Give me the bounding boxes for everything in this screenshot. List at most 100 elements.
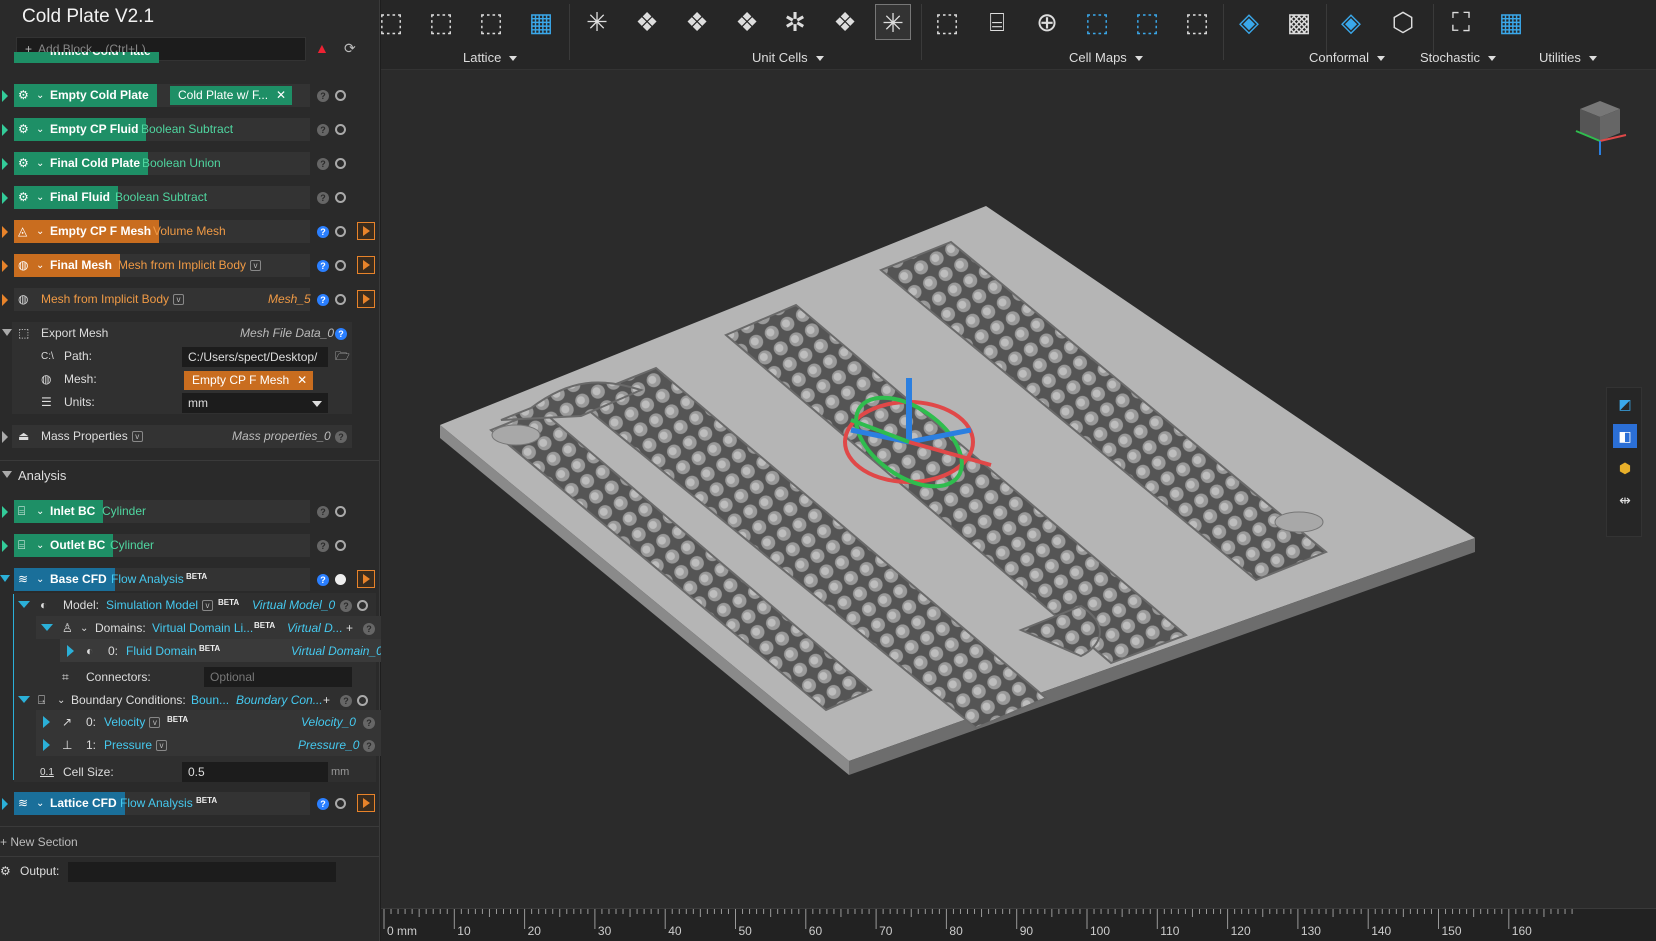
collapse-section-icon[interactable]: [2, 471, 12, 478]
close-icon[interactable]: ✕: [297, 371, 307, 390]
cell-map-cylinder-icon[interactable]: ⌸: [979, 4, 1015, 40]
help-icon[interactable]: ?: [317, 90, 329, 102]
toolbar-group-utilities[interactable]: Utilities: [1539, 50, 1597, 65]
mesh-tag[interactable]: Empty CP F Mesh ✕: [184, 371, 314, 390]
chevron-down-icon[interactable]: ⌄: [36, 84, 44, 107]
expand-icon[interactable]: [43, 716, 50, 728]
chevron-down-icon[interactable]: ⌄: [36, 118, 44, 141]
help-icon[interactable]: ?: [317, 192, 329, 204]
utilities-graph-icon[interactable]: ⛶: [1443, 4, 1479, 40]
folder-icon[interactable]: 🗁: [335, 345, 350, 368]
help-icon[interactable]: ?: [317, 226, 329, 238]
add-icon[interactable]: +: [346, 617, 353, 640]
input-tag[interactable]: Cold Plate w/ F... ✕: [170, 86, 293, 105]
lattice-cylinder-icon[interactable]: ⬚: [423, 4, 459, 40]
expand-icon[interactable]: [67, 645, 74, 657]
toolbar-group-lattice[interactable]: Lattice: [463, 50, 518, 65]
run-button[interactable]: [357, 222, 375, 240]
help-icon[interactable]: ?: [335, 328, 347, 340]
block-row-mesh-implicit[interactable]: ◍ Mesh from Implicit Body v Mesh_5 ?: [0, 286, 380, 314]
toolbar-group-stochastic[interactable]: Stochastic: [1420, 50, 1496, 65]
cell-map-shell-icon[interactable]: ⬚: [1129, 4, 1165, 40]
visibility-icon[interactable]: [335, 192, 346, 203]
chevron-down-icon[interactable]: ⌄: [36, 500, 44, 523]
dropdown-icon[interactable]: v: [156, 740, 168, 752]
block-row-inlet-bc[interactable]: ⌸ ⌄ Inlet BC Cylinder ?: [0, 498, 380, 526]
help-icon[interactable]: ?: [317, 124, 329, 136]
lattice-graph-icon[interactable]: ⬚: [373, 4, 409, 40]
help-icon[interactable]: ?: [363, 623, 375, 635]
dropdown-icon[interactable]: v: [250, 260, 262, 272]
help-icon[interactable]: ?: [363, 717, 375, 729]
model-value[interactable]: Simulation Model v: [106, 594, 214, 617]
run-button[interactable]: [357, 256, 375, 274]
visibility-icon[interactable]: [335, 90, 346, 101]
expand-icon[interactable]: [2, 158, 8, 170]
cell-map-field-icon[interactable]: ⬚: [1179, 4, 1215, 40]
expand-icon[interactable]: [2, 260, 8, 272]
visibility-icon[interactable]: [357, 600, 368, 611]
dropdown-icon[interactable]: v: [131, 431, 143, 443]
help-icon[interactable]: ?: [340, 695, 352, 707]
visibility-icon[interactable]: [335, 158, 346, 169]
lattice-grid-icon[interactable]: ▦: [523, 4, 559, 40]
collapse-icon[interactable]: [2, 329, 12, 336]
chevron-down-icon[interactable]: ⌄: [36, 254, 44, 277]
block-row-final-fluid[interactable]: ⚙ ⌄ Final Fluid Boolean Subtract ?: [0, 184, 380, 212]
toolbar-group-unit-cells[interactable]: Unit Cells: [752, 50, 824, 65]
run-button[interactable]: [357, 794, 375, 812]
block-row-base-cfd[interactable]: ≋ ⌄ Base CFD Flow Analysis BETA ?: [0, 566, 380, 594]
expand-icon[interactable]: [2, 506, 8, 518]
close-icon[interactable]: ✕: [276, 86, 286, 105]
run-button[interactable]: [357, 290, 375, 308]
expand-icon[interactable]: [2, 431, 8, 443]
cube-color-icon[interactable]: ⬢: [1613, 456, 1637, 480]
help-icon[interactable]: ?: [335, 431, 347, 443]
help-icon[interactable]: ?: [317, 260, 329, 272]
visibility-icon[interactable]: [335, 260, 346, 271]
block-row-partial[interactable]: Infilled Cold Plate: [0, 52, 380, 66]
expand-icon[interactable]: [2, 294, 8, 306]
help-icon[interactable]: ?: [317, 158, 329, 170]
block-row-final-cold-plate[interactable]: ⚙ ⌄ Final Cold Plate Boolean Union ?: [0, 150, 380, 178]
cell-size-field[interactable]: 0.5: [182, 762, 328, 782]
chevron-down-icon[interactable]: ⌄: [36, 220, 44, 243]
chevron-down-icon[interactable]: ⌄: [36, 186, 44, 209]
expand-icon[interactable]: [2, 192, 8, 204]
dropdown-icon[interactable]: v: [149, 717, 161, 729]
expand-icon[interactable]: [2, 226, 8, 238]
view-cube[interactable]: [1566, 95, 1630, 159]
block-row-final-mesh[interactable]: ◍ ⌄ Final Mesh Mesh from Implicit Body v ?: [0, 252, 380, 280]
collapse-icon[interactable]: [18, 601, 30, 608]
pressure-value[interactable]: Pressure v: [104, 734, 168, 757]
fluid-value[interactable]: Fluid Domain: [126, 640, 197, 663]
help-icon[interactable]: ?: [363, 740, 375, 752]
utilities-warp-icon[interactable]: ▦: [1493, 4, 1529, 40]
collapse-icon[interactable]: [41, 624, 53, 631]
expand-icon[interactable]: [43, 739, 50, 751]
unit-cell-edit-icon[interactable]: ❖: [827, 4, 863, 40]
cell-map-surface-icon[interactable]: ⬚: [1079, 4, 1115, 40]
unit-cell-custom-icon[interactable]: ✲: [777, 4, 813, 40]
units-select[interactable]: mm: [182, 393, 328, 413]
unit-cell-gyroid-icon[interactable]: ❖: [629, 4, 665, 40]
section-view-icon[interactable]: ◧: [1613, 424, 1637, 448]
unit-cell-tpms2-icon[interactable]: ❖: [729, 4, 765, 40]
help-icon[interactable]: ?: [340, 600, 352, 612]
visibility-icon[interactable]: [357, 695, 368, 706]
visibility-icon[interactable]: [335, 798, 346, 809]
block-row-lattice-cfd[interactable]: ≋ ⌄ Lattice CFD Flow Analysis BETA ?: [0, 790, 380, 818]
expand-icon[interactable]: [2, 540, 8, 552]
expand-icon[interactable]: [2, 90, 8, 102]
settings-icon[interactable]: ⚙: [0, 860, 11, 883]
help-icon[interactable]: ?: [317, 798, 329, 810]
measure-icon[interactable]: ⇹: [1613, 488, 1637, 512]
path-field[interactable]: C:/Users/spect/Desktop/: [182, 347, 328, 367]
collapse-icon[interactable]: [18, 696, 30, 703]
visibility-icon[interactable]: [335, 506, 346, 517]
domains-value[interactable]: Virtual Domain Li...: [152, 617, 253, 640]
expand-icon[interactable]: [2, 124, 8, 136]
shading-icon[interactable]: ◩: [1613, 392, 1637, 416]
chevron-down-icon[interactable]: ⌄: [36, 534, 44, 557]
unit-cell-star-icon[interactable]: ✳: [579, 4, 615, 40]
